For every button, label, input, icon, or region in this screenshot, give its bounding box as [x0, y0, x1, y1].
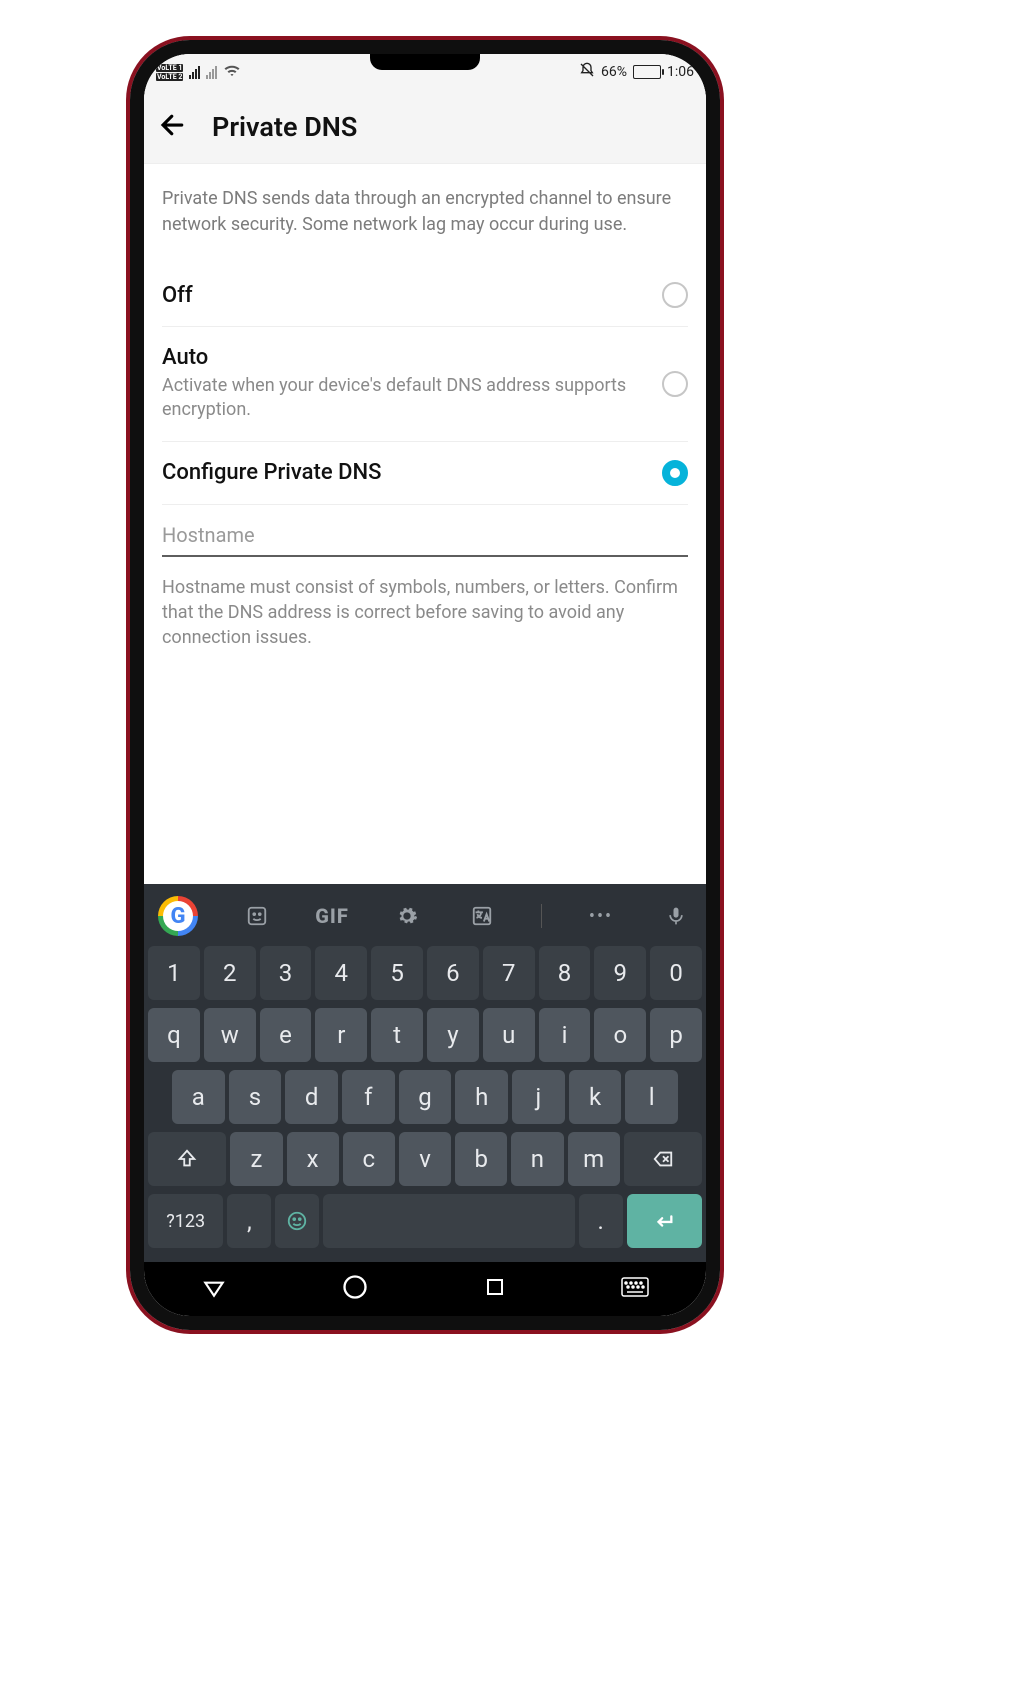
radio-auto[interactable]	[662, 371, 688, 397]
keyboard-row-numbers: 1 2 3 4 5 6 7 8 9 0	[148, 946, 702, 1000]
key-d[interactable]: d	[285, 1070, 338, 1124]
key-n[interactable]: n	[511, 1132, 563, 1186]
battery-percent: 66%	[601, 64, 627, 80]
key-z[interactable]: z	[230, 1132, 282, 1186]
key-t[interactable]: t	[371, 1008, 423, 1062]
screen: VoLTE 1 VoLTE 2 66% 1:06	[144, 54, 706, 1316]
key-1[interactable]: 1	[148, 946, 200, 1000]
key-p[interactable]: p	[650, 1008, 702, 1062]
hostname-placeholder: Hostname	[162, 523, 255, 547]
key-7[interactable]: 7	[483, 946, 535, 1000]
nav-keyboard-icon[interactable]	[621, 1277, 649, 1301]
nav-recents-icon[interactable]	[483, 1275, 507, 1303]
soft-keyboard: G GIF ••• 1 2 3	[144, 884, 706, 1262]
page-title: Private DNS	[212, 111, 357, 143]
emoji-key[interactable]	[275, 1194, 319, 1248]
mic-icon[interactable]	[660, 900, 692, 932]
description-text: Private DNS sends data through an encryp…	[162, 186, 688, 238]
sticker-icon[interactable]	[241, 900, 273, 932]
key-o[interactable]: o	[594, 1008, 646, 1062]
key-k[interactable]: k	[569, 1070, 622, 1124]
key-8[interactable]: 8	[539, 946, 591, 1000]
keyboard-row-zxcv: z x c v b n m	[148, 1132, 702, 1186]
content-area: Private DNS sends data through an encryp…	[144, 164, 706, 884]
key-0[interactable]: 0	[650, 946, 702, 1000]
backspace-key[interactable]	[624, 1132, 702, 1186]
key-w[interactable]: w	[204, 1008, 256, 1062]
key-2[interactable]: 2	[204, 946, 256, 1000]
space-key[interactable]	[323, 1194, 574, 1248]
hostname-input[interactable]: Hostname	[162, 523, 688, 557]
option-auto[interactable]: Auto Activate when your device's default…	[162, 327, 688, 442]
key-y[interactable]: y	[427, 1008, 479, 1062]
nav-home-icon[interactable]	[341, 1273, 369, 1305]
comma-key[interactable]: ,	[227, 1194, 271, 1248]
volte-1-icon: VoLTE 1	[156, 64, 183, 72]
keyboard-row-bottom: ?123 , .	[148, 1194, 702, 1248]
radio-off[interactable]	[662, 282, 688, 308]
option-configure[interactable]: Configure Private DNS	[162, 442, 688, 505]
key-q[interactable]: q	[148, 1008, 200, 1062]
volte-indicators: VoLTE 1 VoLTE 2	[156, 64, 183, 81]
shift-key[interactable]	[148, 1132, 226, 1186]
key-x[interactable]: x	[287, 1132, 339, 1186]
key-b[interactable]: b	[455, 1132, 507, 1186]
gif-button[interactable]: GIF	[316, 900, 348, 932]
key-5[interactable]: 5	[371, 946, 423, 1000]
mute-icon	[579, 62, 595, 82]
key-i[interactable]: i	[539, 1008, 591, 1062]
keyboard-row-qwerty: q w e r t y u i o p	[148, 1008, 702, 1062]
app-header: Private DNS	[144, 90, 706, 164]
google-logo-icon[interactable]: G	[158, 896, 198, 936]
option-configure-label: Configure Private DNS	[162, 460, 646, 485]
key-v[interactable]: v	[399, 1132, 451, 1186]
clock-time: 1:06	[667, 64, 694, 80]
key-l[interactable]: l	[625, 1070, 678, 1124]
key-4[interactable]: 4	[315, 946, 367, 1000]
back-button[interactable]	[158, 110, 188, 144]
key-u[interactable]: u	[483, 1008, 535, 1062]
key-3[interactable]: 3	[260, 946, 312, 1000]
battery-icon	[633, 65, 661, 79]
key-j[interactable]: j	[512, 1070, 565, 1124]
hostname-help-text: Hostname must consist of symbols, number…	[162, 575, 688, 651]
symbols-key[interactable]: ?123	[148, 1194, 223, 1248]
volte-2-icon: VoLTE 2	[156, 73, 183, 81]
radio-configure[interactable]	[662, 460, 688, 486]
key-f[interactable]: f	[342, 1070, 395, 1124]
key-6[interactable]: 6	[427, 946, 479, 1000]
key-m[interactable]: m	[568, 1132, 620, 1186]
wifi-icon	[223, 63, 241, 81]
key-g[interactable]: g	[399, 1070, 452, 1124]
period-key[interactable]: .	[579, 1194, 623, 1248]
option-off-label: Off	[162, 283, 646, 308]
notch	[370, 54, 480, 70]
phone-frame: VoLTE 1 VoLTE 2 66% 1:06	[130, 40, 720, 1330]
key-r[interactable]: r	[315, 1008, 367, 1062]
key-s[interactable]: s	[229, 1070, 282, 1124]
nav-back-icon[interactable]	[201, 1274, 227, 1304]
option-off[interactable]: Off	[162, 264, 688, 327]
key-c[interactable]: c	[343, 1132, 395, 1186]
option-auto-subtitle: Activate when your device's default DNS …	[162, 374, 646, 423]
key-e[interactable]: e	[260, 1008, 312, 1062]
signal-sim1-icon	[189, 66, 200, 79]
more-icon[interactable]: •••	[585, 900, 617, 932]
navigation-bar	[144, 1262, 706, 1316]
key-h[interactable]: h	[455, 1070, 508, 1124]
keyboard-row-asdf: a s d f g h j k l	[148, 1070, 702, 1124]
option-auto-label: Auto	[162, 345, 646, 370]
translate-icon[interactable]	[466, 900, 498, 932]
key-9[interactable]: 9	[594, 946, 646, 1000]
settings-icon[interactable]	[391, 900, 423, 932]
signal-sim2-icon	[206, 66, 217, 79]
keyboard-separator	[541, 904, 542, 928]
enter-key[interactable]	[627, 1194, 702, 1248]
key-a[interactable]: a	[172, 1070, 225, 1124]
